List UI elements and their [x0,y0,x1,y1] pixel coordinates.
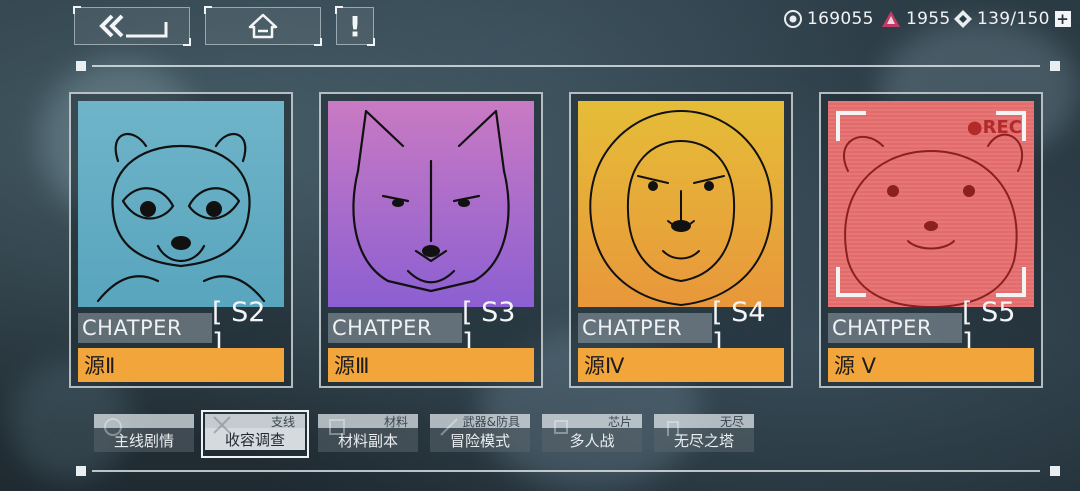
divider-endcap [76,466,86,476]
chapter-number: [ S2 ] [212,297,266,359]
chapter-card-s3[interactable]: CHATPER [ S3 ] 源Ⅲ [319,92,543,388]
chapter-card-s4[interactable]: CHATPER [ S4 ] 源Ⅳ [569,92,793,388]
energy-icon [954,10,972,28]
chapter-label: CHATPER [578,313,712,343]
sword-icon [440,418,458,436]
source-label: 源Ⅲ [328,348,534,382]
wolf-portrait [328,101,534,307]
chapter-card-s2[interactable]: CHATPER [ S2 ] 源Ⅱ [69,92,293,388]
tab-material-dungeon[interactable]: 材料 材料副本 [318,414,418,454]
back-icon [99,14,168,38]
box-icon [329,419,345,435]
chapter-row: CHATPER [ S4 ] [578,297,784,359]
lion-portrait [578,101,784,307]
rec-indicator: ●REC [966,117,1022,138]
top-divider [92,65,1040,67]
divider-endcap [76,61,86,71]
chapter-label: CHATPER [828,313,962,343]
chapter-number: [ S3 ] [462,297,516,359]
chapter-card-s5[interactable]: ●REC CHATPER [ S5 ] 源 Ⅴ [819,92,1043,388]
energy-resource: 139/150 + [953,9,1071,29]
tab-containment-investigation[interactable]: 支线 收容调查 [201,410,309,458]
tower-icon [667,421,679,436]
lion-icon [578,101,784,307]
energy-value: 139/150 [977,9,1050,29]
raccoon-icon [78,101,284,307]
source-label: 源 Ⅴ [828,348,1034,382]
tab-multiplayer[interactable]: 芯片 多人战 [542,414,642,454]
chip-icon [554,420,568,434]
target-icon [104,418,122,436]
alert-icon: ! [348,9,362,43]
source-label: 源Ⅱ [78,348,284,382]
chapter-number: [ S5 ] [962,297,1016,359]
hamster-portrait: ●REC [828,101,1034,307]
chapter-row: CHATPER [ S5 ] [828,297,1034,359]
crystals-value: 1955 [906,9,951,29]
tab-main-story[interactable]: 主线剧情 [94,414,194,454]
tab-endless-tower[interactable]: 无尽 无尽之塔 [654,414,754,454]
crystals-resource: 1955 [880,9,950,29]
back-button[interactable] [73,6,191,46]
coin-icon [784,10,802,28]
bottom-divider [92,470,1040,472]
home-button[interactable] [204,6,322,46]
divider-endcap [1050,466,1060,476]
tab-adventure-mode[interactable]: 武器&防具 冒险模式 [430,414,530,454]
wolf-icon [328,101,534,307]
energy-add-button[interactable]: + [1054,10,1071,28]
chapter-label: CHATPER [78,313,212,343]
chapter-label: CHATPER [328,313,462,343]
coins-resource: 169055 [783,9,874,29]
cross-icon [213,416,231,434]
crystal-icon [882,11,900,27]
raccoon-portrait [78,101,284,307]
alert-button[interactable]: ! [335,6,375,46]
chapter-row: CHATPER [ S2 ] [78,297,284,359]
chapter-number: [ S4 ] [712,297,766,359]
coins-value: 169055 [807,9,874,29]
divider-endcap [1050,61,1060,71]
home-icon [248,13,278,39]
chapter-row: CHATPER [ S3 ] [328,297,534,359]
source-label: 源Ⅳ [578,348,784,382]
